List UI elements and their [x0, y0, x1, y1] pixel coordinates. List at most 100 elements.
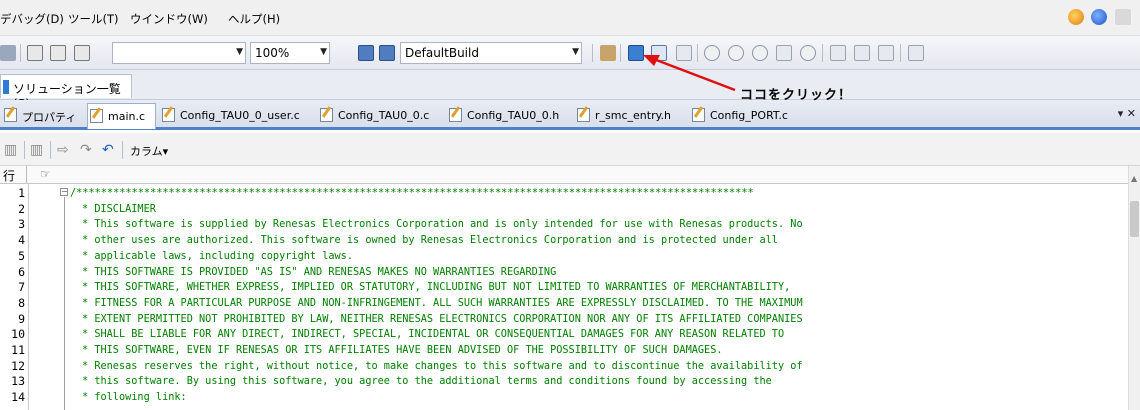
tab-label: Config_TAU0_0.h: [467, 109, 560, 122]
download-icon[interactable]: [651, 45, 667, 61]
build-settings-icon[interactable]: [358, 45, 374, 61]
line-number: 4: [18, 233, 25, 248]
zoom-combo[interactable]: 100% ▼: [250, 42, 330, 64]
bookmark-next-icon[interactable]: [50, 45, 66, 61]
go-forward-icon[interactable]: ⇨: [57, 142, 69, 158]
file-icon: [90, 109, 103, 123]
chevron-down-icon: ▼: [320, 47, 327, 57]
code-line: * this software. By using this software,…: [82, 374, 772, 388]
code-editor[interactable]: 行 ☞ 1 2 3 4 5 6 7 8 9 10 11 12 13 14 − /*************…: [0, 166, 1140, 410]
chevron-down-icon: ▼: [572, 47, 579, 57]
scroll-thumb[interactable]: [1130, 201, 1139, 237]
step-over-icon[interactable]: [854, 45, 870, 61]
cpu-reset-icon[interactable]: [908, 45, 924, 61]
tab-label: main.c: [108, 110, 146, 123]
tab-label: r_smc_entry.h: [595, 109, 672, 122]
tab-config-port-c[interactable]: Config_PORT.c: [690, 103, 802, 129]
build-config-value: DefaultBuild: [405, 46, 479, 60]
line-number: 6: [18, 264, 25, 279]
code-line: * THIS SOFTWARE IS PROVIDED "AS IS" AND …: [82, 264, 557, 278]
redo-icon[interactable]: ↷: [80, 142, 92, 158]
undo-icon[interactable]: ↶: [102, 142, 114, 158]
tab-config-tau0-0-c[interactable]: Config_TAU0_0.c: [318, 103, 440, 129]
build-config-combo[interactable]: DefaultBuild ▼: [400, 42, 582, 64]
editor-toolbar: ▥ ▥ ⇨ ↷ ↶ カラム▾: [0, 133, 1140, 166]
bookmark-icon[interactable]: [27, 45, 43, 61]
help-icon[interactable]: [1091, 9, 1107, 25]
code-line: /***************************************…: [70, 186, 754, 199]
code-line: * FITNESS FOR A PARTICULAR PURPOSE AND N…: [82, 295, 803, 309]
step-out-icon[interactable]: [878, 45, 894, 61]
menu-help[interactable]: ヘルプ(H): [228, 11, 280, 27]
solution-panel: ソリューション一覧(S): [0, 70, 1140, 111]
solution-list-tab[interactable]: ソリューション一覧(S): [0, 74, 132, 111]
code-line: * THIS SOFTWARE, WHETHER EXPRESS, IMPLIE…: [82, 280, 791, 294]
toolbar-separator: [592, 44, 593, 62]
toolbar-separator: [822, 44, 823, 62]
editor-tab-bar: プロパティ main.c Config_TAU0_0_user.c Config…: [0, 100, 1140, 130]
build-config-icon[interactable]: [379, 45, 395, 61]
run-no-break-icon[interactable]: [752, 45, 768, 61]
tab-label: Config_TAU0_0.c: [338, 109, 430, 122]
fold-toggle-icon[interactable]: −: [60, 188, 68, 196]
download-build-icon[interactable]: [628, 45, 644, 61]
toolbar-separator: [50, 141, 51, 159]
run-icon[interactable]: [728, 45, 744, 61]
line-number: 5: [18, 248, 25, 263]
toolbar-separator: [20, 44, 21, 62]
code-line: * other uses are authorized. This softwa…: [82, 233, 778, 247]
tools-icon[interactable]: [600, 45, 616, 61]
menu-window[interactable]: ウインドウ(W): [130, 11, 208, 27]
bookmark-prev-icon[interactable]: [74, 45, 90, 61]
file-icon: [577, 108, 590, 122]
toolbar-partial-icon[interactable]: [0, 45, 16, 61]
line-number: 1: [18, 186, 25, 200]
menu-tools[interactable]: ツール(T): [68, 11, 119, 27]
menu-debug[interactable]: デバッグ(D): [0, 11, 64, 27]
line-number: 2: [18, 201, 25, 216]
vertical-scrollbar[interactable]: ▲: [1128, 166, 1140, 410]
toolbar-separator: [697, 44, 698, 62]
bookmark-clear-icon[interactable]: ▥: [30, 142, 43, 158]
tab-config-tau0-0-h[interactable]: Config_TAU0_0.h: [447, 103, 569, 129]
restart-icon[interactable]: [776, 45, 792, 61]
tab-r-smc-entry-h[interactable]: r_smc_entry.h: [575, 103, 685, 129]
code-line: * EXTENT PERMITTED NOT PROHIBITED BY LAW…: [82, 311, 803, 325]
reset-icon[interactable]: [676, 45, 692, 61]
line-number-gutter: 1 2 3 4 5 6 7 8 9 10 11 12 13 14: [0, 184, 29, 410]
code-line: * Renesas reserves the right, without no…: [82, 358, 803, 372]
code-line: * This software is supplied by Renesas E…: [82, 217, 803, 231]
toolbar-separator: [900, 44, 901, 62]
tab-properties[interactable]: プロパティ: [2, 103, 84, 129]
line-number: 3: [18, 217, 25, 232]
zoom-value: 100%: [255, 46, 290, 60]
main-toolbar: ▼ 100% ▼ DefaultBuild ▼: [0, 36, 1140, 70]
code-line: * following link:: [82, 390, 187, 404]
bookmark-toggle-icon[interactable]: ▥: [4, 142, 17, 158]
properties-icon: [4, 108, 17, 122]
tab-label: プロパティ: [22, 111, 77, 124]
annotation-callout: ココをクリック！: [740, 88, 853, 103]
tab-main-c[interactable]: main.c: [87, 103, 156, 129]
solution-icon: [3, 80, 9, 94]
line-number: 13: [11, 374, 25, 389]
code-line: * THIS SOFTWARE, EVEN IF RENESAS OR ITS …: [82, 343, 723, 356]
scroll-up-icon[interactable]: ▲: [1131, 174, 1137, 183]
line-number: 9: [18, 311, 25, 326]
line-number: 10: [11, 327, 25, 342]
feedback-icon[interactable]: [1068, 9, 1084, 25]
line-column-header: 行: [3, 169, 16, 183]
column-dropdown[interactable]: カラム▾: [130, 143, 168, 159]
search-combo[interactable]: ▼: [112, 42, 246, 64]
return-icon[interactable]: [800, 45, 816, 61]
tab-overflow-button[interactable]: ▾ ✕: [1118, 107, 1136, 120]
tab-label: Config_TAU0_0_user.c: [180, 109, 300, 122]
step-in-icon[interactable]: [830, 45, 846, 61]
file-icon: [449, 108, 462, 122]
tab-config-tau0-0-user-c[interactable]: Config_TAU0_0_user.c: [160, 103, 310, 129]
logo-icon: [1115, 9, 1131, 25]
line-number: 7: [18, 280, 25, 295]
header-divider: [26, 166, 27, 183]
stop-icon[interactable]: [704, 45, 720, 61]
line-number: 12: [11, 358, 25, 373]
